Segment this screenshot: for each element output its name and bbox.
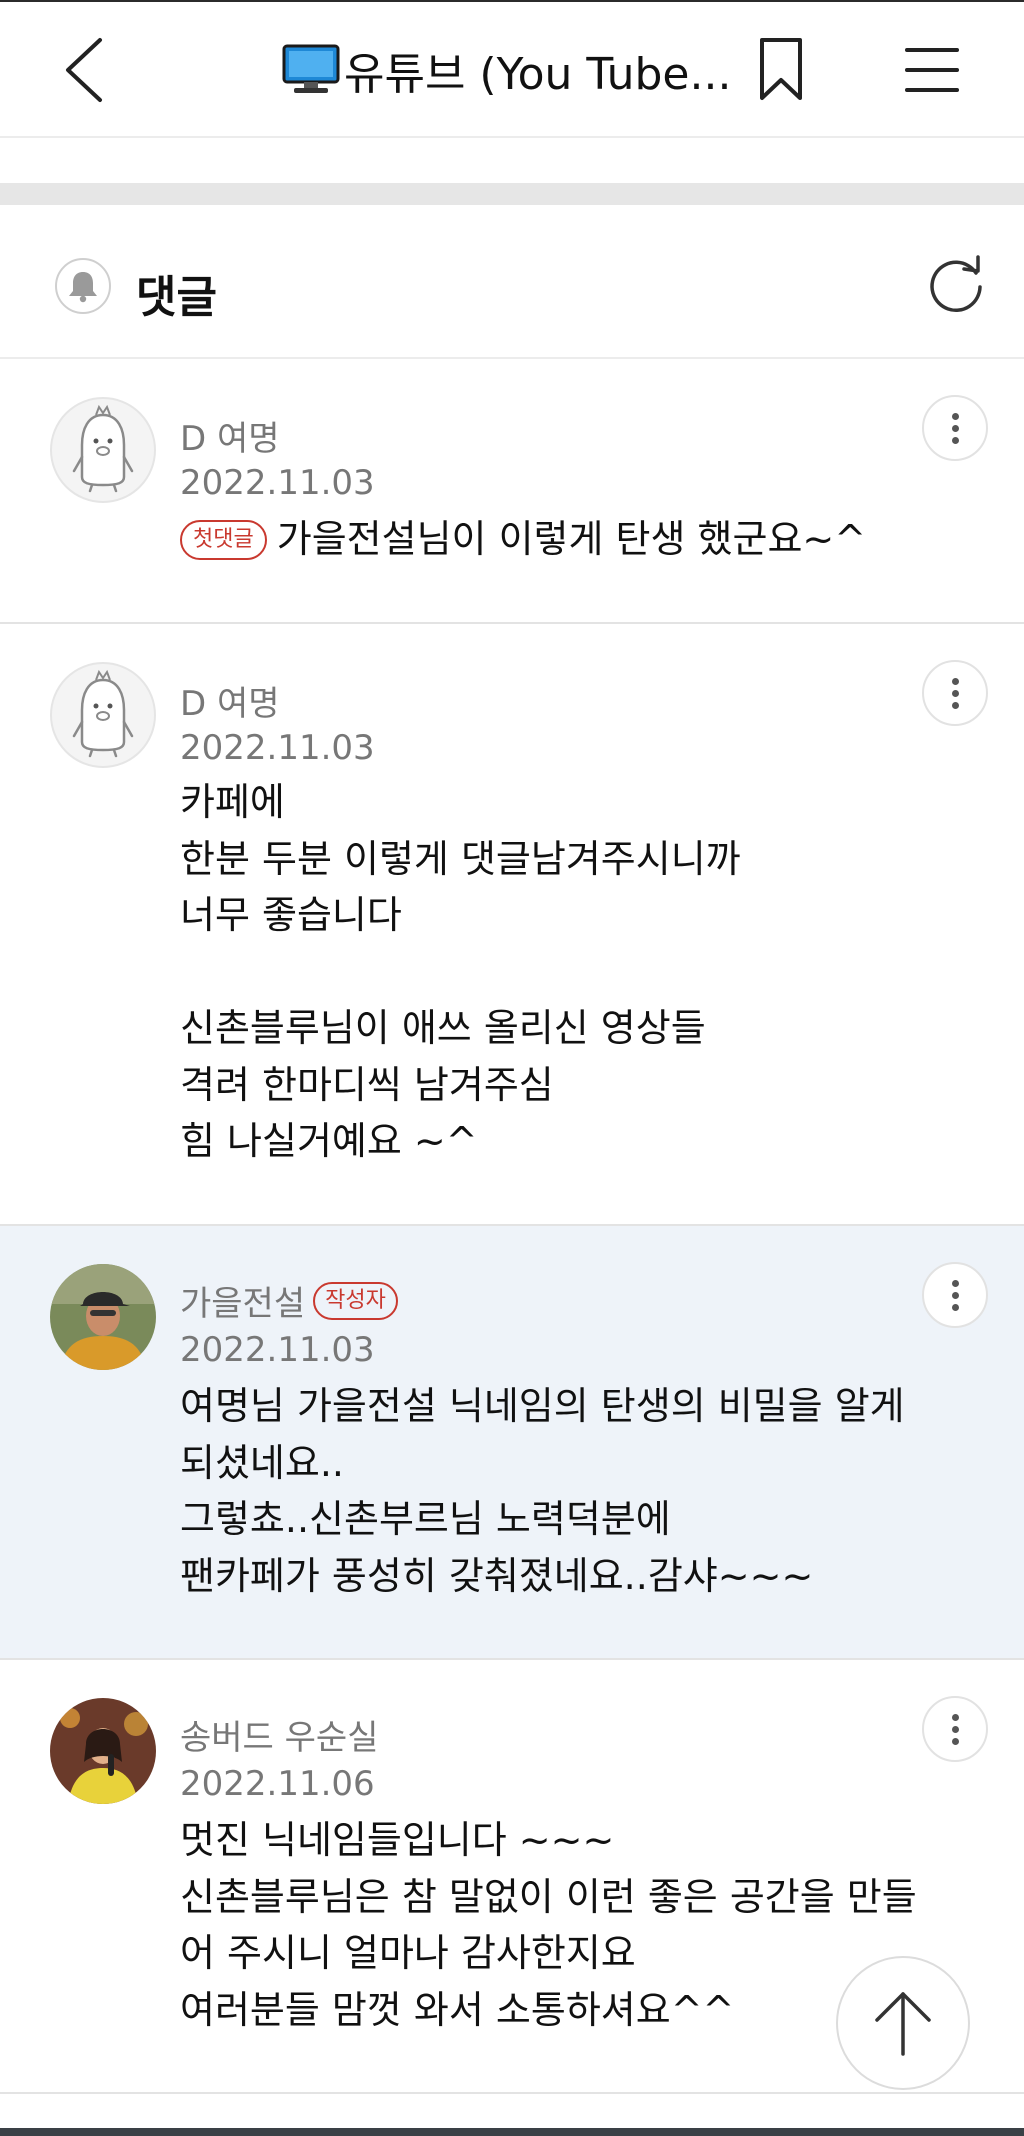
- chevron-left-icon: [66, 38, 102, 102]
- top-app-bar: 유튜브 (You Tube...: [0, 2, 1024, 138]
- comment-author[interactable]: 가을전설 작성자: [180, 1276, 398, 1325]
- comments-title: 댓글: [136, 272, 217, 323]
- dot: [951, 1737, 959, 1745]
- comment-text: 가을전설님이 이렇게 탄생 했군요~^: [276, 517, 867, 561]
- dot: [951, 436, 959, 444]
- comment-body: 첫댓글 가을전설님이 이렇게 탄생 했군요~^: [180, 511, 866, 568]
- comment-date: 2022.11.06: [180, 1764, 375, 1804]
- author-name: 가을전설: [180, 1284, 306, 1324]
- page-title: 유튜브 (You Tube...: [282, 38, 731, 102]
- bookmark-icon: [760, 38, 802, 100]
- dot: [951, 677, 959, 685]
- dot: [951, 424, 959, 432]
- dot: [951, 1725, 959, 1733]
- dot: [951, 1291, 959, 1299]
- more-options-button[interactable]: [922, 395, 988, 461]
- comment-date: 2022.11.03: [180, 463, 375, 503]
- comment-body: 멋진 닉네임들입니다 ~~~ 신촌블루님은 참 말없이 이런 좋은 공간을 만들…: [180, 1818, 917, 2032]
- comment-author[interactable]: 송버드 우순실: [180, 1710, 379, 1759]
- avatar[interactable]: [50, 662, 156, 768]
- writer-badge: 작성자: [313, 1281, 398, 1320]
- dot: [951, 689, 959, 697]
- first-comment-badge: 첫댓글: [180, 520, 267, 560]
- comment-item: D 여명 2022.11.03 첫댓글 가을전설님이 이렇게 탄생 했군요~^: [0, 357, 1024, 624]
- dot: [951, 412, 959, 420]
- avatar[interactable]: [50, 1698, 156, 1804]
- more-options-button[interactable]: [922, 1262, 988, 1328]
- comment-date: 2022.11.03: [180, 1330, 375, 1370]
- section-divider: [0, 183, 1024, 205]
- author-name: 송버드 우순실: [180, 1718, 379, 1758]
- penguin-avatar-icon: [72, 669, 134, 758]
- bell-icon: [69, 272, 97, 303]
- comment-body: 여명님 가을전설 닉네임의 탄생의 비밀을 알게 되셨네요.. 그렇쵸..신촌부…: [180, 1384, 905, 1598]
- desktop-computer-icon: [282, 44, 340, 93]
- penguin-avatar-icon: [72, 404, 134, 493]
- avatar[interactable]: [50, 397, 156, 503]
- more-options-button[interactable]: [922, 1696, 988, 1762]
- comment-date: 2022.11.03: [180, 728, 375, 768]
- comment-item: 가을전설 작성자 2022.11.03 여명님 가을전설 닉네임의 탄생의 비밀…: [0, 1226, 1024, 1660]
- comment-author[interactable]: D 여명: [180, 676, 280, 725]
- comments-header: 댓글: [0, 205, 1024, 359]
- dot: [951, 1279, 959, 1287]
- back-button[interactable]: [58, 30, 118, 110]
- profile-photo-icon: [50, 1264, 156, 1370]
- dot: [951, 701, 959, 709]
- page-title-text: 유튜브 (You Tube...: [344, 49, 732, 100]
- dot: [951, 1713, 959, 1721]
- author-name: D 여명: [180, 684, 280, 724]
- dot: [951, 1303, 959, 1311]
- navigation-bar-edge: [0, 2128, 1024, 2136]
- comment-body: 카페에 한분 두분 이렇게 댓글남겨주시니까 너무 좋습니다 신촌블루님이 애쓰…: [180, 780, 741, 1163]
- refresh-icon: [930, 255, 982, 313]
- scroll-to-top-button[interactable]: [836, 1956, 970, 2090]
- comment-item: D 여명 2022.11.03 카페에 한분 두분 이렇게 댓글남겨주시니까 너…: [0, 624, 1024, 1226]
- menu-button[interactable]: [904, 44, 960, 96]
- more-options-button[interactable]: [922, 660, 988, 726]
- comment-author[interactable]: D 여명: [180, 411, 280, 460]
- arrow-up-icon: [875, 1992, 931, 2056]
- bookmark-button[interactable]: [756, 36, 806, 102]
- refresh-button[interactable]: [924, 253, 988, 317]
- hamburger-menu-icon: [905, 48, 959, 92]
- profile-photo-icon: [50, 1698, 156, 1804]
- notification-bell-button[interactable]: [55, 258, 111, 314]
- author-name: D 여명: [180, 419, 280, 459]
- avatar[interactable]: [50, 1264, 156, 1370]
